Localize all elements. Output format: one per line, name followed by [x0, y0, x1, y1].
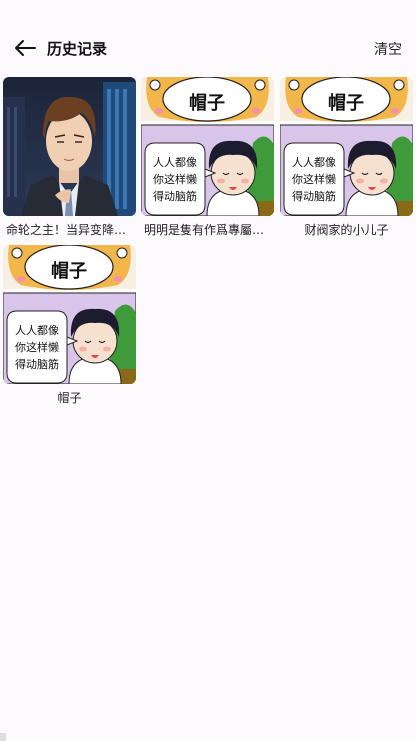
back-button[interactable] — [10, 36, 40, 60]
speech-bubble-line: 人人都像 — [292, 156, 336, 169]
cover-title-text: 帽子 — [189, 92, 225, 114]
speech-bubble-line: 得动脑筋 — [153, 189, 197, 203]
cover-image-hat-comic: 帽子 人人都像 你这样懒 得动脑筋 — [141, 77, 274, 216]
speech-bubble-line: 人人都像 — [15, 324, 59, 337]
speech-bubble-line: 得动脑筋 — [292, 189, 336, 203]
history-item[interactable]: 帽子 人人都像 你这样懒 得动脑筋 财阀家的小儿子 — [280, 77, 413, 247]
arrow-left-icon — [15, 40, 36, 56]
history-item-title: 明明是隻有作爲專屬… — [144, 223, 265, 237]
history-item-title: 帽子 — [57, 391, 82, 405]
history-item[interactable]: 命轮之主！当异变降… — [3, 77, 136, 247]
speech-bubble-line: 人人都像 — [153, 156, 197, 169]
history-item-title: 财阀家的小儿子 — [304, 223, 389, 237]
history-item-title: 命轮之主！当异变降… — [6, 223, 127, 237]
cover-image-suited-man — [3, 77, 136, 216]
clear-history-button[interactable]: 清空 — [374, 39, 402, 59]
cover-image-hat-comic: 帽子 人人都像 你这样懒 得动脑筋 — [280, 77, 413, 216]
speech-bubble-line: 你这样懒 — [292, 172, 336, 186]
speech-bubble-line: 你这样懒 — [15, 340, 59, 354]
page-title: 历史记录 — [47, 40, 108, 58]
top-app-bar: 历史记录 清空 — [0, 30, 416, 66]
cover-image-hat-comic: 帽子 人人都像 你这样懒 得动脑筋 — [3, 245, 136, 384]
cover-title-text: 帽子 — [328, 92, 364, 114]
edge-handle — [0, 733, 6, 741]
speech-bubble-line: 你这样懒 — [153, 172, 197, 186]
cover-title-text: 帽子 — [51, 260, 87, 282]
history-item[interactable]: 帽子 人人都像 你这样懒 得动脑筋 帽子 — [3, 245, 136, 415]
speech-bubble-line: 得动脑筋 — [15, 357, 59, 371]
history-item[interactable]: 帽子 人人都像 你这样懒 得动脑筋 明明是隻有作爲專屬… — [141, 77, 274, 247]
